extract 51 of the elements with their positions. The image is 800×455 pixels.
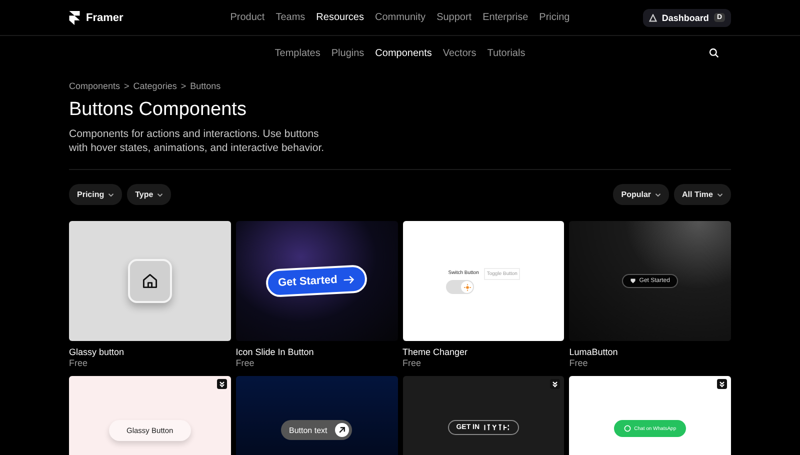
- scrambled-text-drawing: [482, 424, 511, 431]
- component-title[interactable]: Icon Slide In Button: [236, 347, 398, 357]
- chevron-down-icon: [717, 192, 723, 196]
- search-icon[interactable]: [709, 48, 719, 58]
- nav-link[interactable]: Community: [374, 12, 426, 23]
- triangle-icon: [648, 14, 657, 22]
- arrow-up-right-icon: [338, 426, 346, 434]
- subnav-link[interactable]: Tutorials: [487, 48, 526, 58]
- dashboard-label: Dashboard: [662, 12, 709, 22]
- component-title[interactable]: Glassy button: [69, 347, 231, 357]
- price-label: Free: [236, 358, 256, 368]
- arrow-right-icon: [343, 274, 356, 284]
- brand-name[interactable]: Framer: [86, 12, 124, 24]
- subnav-link[interactable]: Components: [375, 48, 432, 58]
- nav-link[interactable]: Product: [230, 12, 265, 23]
- chevron-down-icon: [157, 192, 164, 196]
- price-label: Free: [69, 358, 89, 368]
- chevron-down-icon: [108, 192, 114, 196]
- subnav-link[interactable]: Vectors: [442, 48, 476, 58]
- component-title[interactable]: LumaButton: [569, 347, 731, 357]
- price-label: Free: [569, 358, 589, 368]
- page-heading: Buttons Components: [69, 99, 248, 121]
- chat-bubble-icon: [624, 425, 632, 432]
- chevron-down-icon: [655, 192, 662, 196]
- home-icon: [140, 272, 159, 290]
- filter-dropdown[interactable]: Type: [127, 184, 172, 205]
- page-description: Components for actions and interactions. Use buttons with hover states, animations, and interactive behavior.: [69, 127, 326, 155]
- filter-dropdown[interactable]: Pricing: [69, 184, 122, 205]
- subnav-link[interactable]: Plugins: [331, 48, 364, 58]
- breadcrumb-separator: >: [180, 81, 186, 91]
- breadcrumb-separator: >: [124, 81, 130, 91]
- shield-icon: [630, 278, 636, 284]
- breadcrumb-link[interactable]: Components: [69, 81, 120, 91]
- price-label: Free: [402, 358, 422, 368]
- nav-link[interactable]: Resources: [316, 12, 364, 23]
- framer-logo-icon[interactable]: [69, 10, 80, 24]
- breadcrumb-link[interactable]: Buttons: [190, 81, 221, 91]
- breadcrumb-link[interactable]: Categories: [133, 81, 177, 91]
- button-text-button: Button text: [281, 420, 352, 440]
- nav-link[interactable]: Enterprise: [482, 12, 528, 23]
- nav-link[interactable]: Teams: [276, 12, 306, 23]
- subnav-link[interactable]: Templates: [274, 48, 320, 58]
- get-started-button: Get Started: [265, 264, 368, 298]
- sort-dropdown[interactable]: All Time: [674, 184, 731, 205]
- nav-link[interactable]: Pricing: [539, 12, 570, 23]
- component-preview[interactable]: Get Started: [236, 221, 398, 341]
- sort-dropdown[interactable]: Popular: [613, 184, 670, 205]
- component-preview[interactable]: Button text: [236, 376, 398, 455]
- sun-icon: [464, 284, 471, 290]
- nav-link[interactable]: Support: [436, 12, 472, 23]
- component-title[interactable]: Theme Changer: [402, 347, 564, 357]
